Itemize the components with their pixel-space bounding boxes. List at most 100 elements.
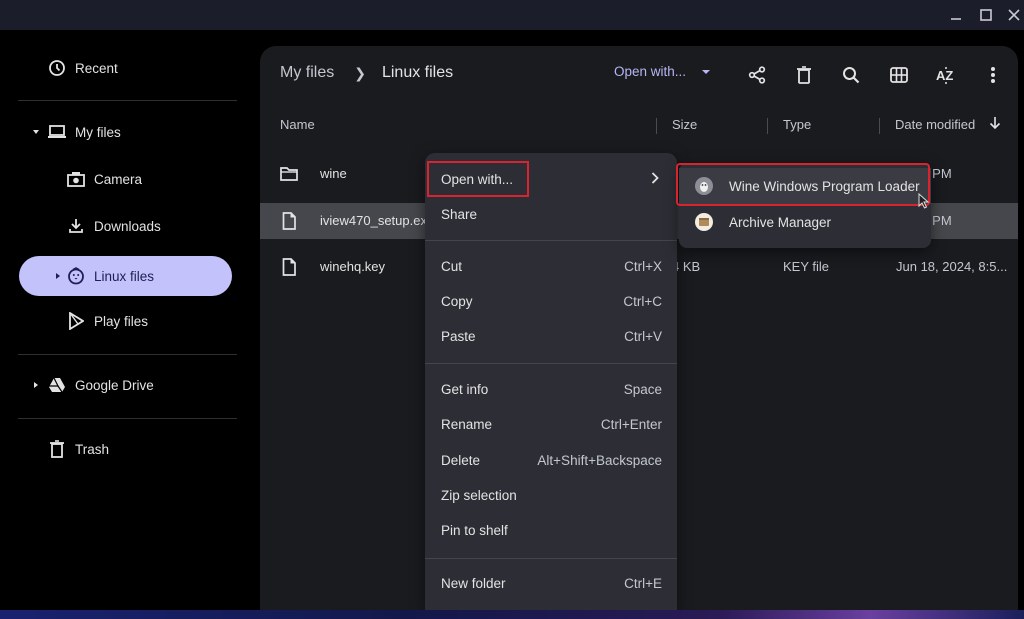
sort-az-icon: AZ	[936, 67, 953, 84]
minimize-icon	[951, 18, 961, 20]
menu-item-shortcut: Space	[623, 381, 662, 397]
expand-right-icon[interactable]	[31, 380, 41, 390]
menu-item-delete[interactable]: Delete Alt+Shift+Backspace	[425, 443, 677, 477]
delete-icon	[797, 66, 811, 84]
google-drive-icon	[47, 375, 67, 395]
chevron-right-icon	[651, 171, 659, 187]
sidebar-item-trash[interactable]: Trash	[19, 429, 232, 469]
close-button[interactable]	[1004, 5, 1024, 25]
menu-item-share[interactable]: Share	[425, 197, 677, 231]
expand-down-icon[interactable]	[31, 127, 41, 137]
maximize-icon	[980, 9, 992, 21]
menu-item-shortcut: Ctrl+Enter	[600, 416, 662, 432]
menu-item-pin-to-shelf[interactable]: Pin to shelf	[425, 513, 677, 547]
menu-item-label: Cut	[441, 258, 463, 274]
menu-divider	[425, 240, 677, 241]
menu-item-label: Open with...	[441, 171, 514, 187]
column-divider[interactable]	[767, 118, 768, 134]
submenu-item-wine[interactable]: Wine Windows Program Loader	[679, 168, 931, 204]
caret-down-icon	[702, 69, 711, 74]
sidebar-divider	[18, 418, 237, 419]
search-icon	[843, 67, 860, 84]
sidebar-item-my-files[interactable]: My files	[19, 112, 232, 152]
file-date: Jun 18, 2024, 8:5...	[896, 259, 1008, 274]
breadcrumb: My files ❯ Linux files	[280, 64, 453, 82]
search-button[interactable]	[839, 63, 863, 87]
menu-item-label: Get info	[441, 381, 489, 397]
minimize-button[interactable]	[946, 5, 966, 25]
penguin-icon	[66, 266, 86, 286]
wine-app-icon	[695, 177, 713, 195]
menu-item-shortcut: Ctrl+C	[623, 293, 662, 309]
share-icon	[748, 66, 766, 84]
chevron-right-icon: ❯	[354, 64, 366, 81]
file-type: KEY file	[783, 259, 830, 274]
menu-item-rename[interactable]: Rename Ctrl+Enter	[425, 407, 677, 441]
sidebar-item-label: My files	[75, 124, 121, 140]
file-name: winehq.key	[320, 259, 386, 274]
menu-item-label: Share	[441, 206, 478, 222]
camera-icon	[66, 169, 86, 189]
sidebar-item-downloads[interactable]: Downloads	[19, 206, 232, 246]
clock-icon	[47, 58, 67, 78]
menu-item-paste[interactable]: Paste Ctrl+V	[425, 319, 677, 353]
sidebar-item-label: Recent	[75, 60, 118, 76]
menu-item-zip-selection[interactable]: Zip selection	[425, 478, 677, 512]
breadcrumb-linux-files[interactable]: Linux files	[382, 64, 453, 82]
sidebar-item-play-files[interactable]: Play files	[19, 301, 232, 341]
play-store-icon	[66, 311, 86, 331]
archive-manager-icon	[695, 213, 713, 231]
submenu-item-label: Archive Manager	[729, 214, 832, 230]
mouse-cursor-icon	[918, 193, 930, 209]
menu-item-label: New folder	[441, 575, 506, 591]
share-button[interactable]	[745, 63, 769, 87]
file-name: wine	[320, 166, 347, 181]
grid-view-button[interactable]	[887, 63, 911, 87]
open-with-dropdown[interactable]: Open with...	[614, 64, 711, 79]
open-with-label: Open with...	[614, 64, 687, 79]
open-with-submenu: Wine Windows Program Loader Archive Mana…	[679, 163, 931, 248]
menu-item-label: Copy	[441, 293, 473, 309]
menu-divider	[425, 558, 677, 559]
sidebar-item-label: Trash	[75, 441, 110, 457]
column-divider[interactable]	[656, 118, 657, 134]
column-header-size[interactable]: Size	[672, 117, 697, 132]
laptop-icon	[47, 122, 67, 142]
menu-item-shortcut: Ctrl+X	[624, 258, 662, 274]
expand-right-icon[interactable]	[53, 271, 63, 281]
menu-item-copy[interactable]: Copy Ctrl+C	[425, 284, 677, 318]
column-header-name[interactable]: Name	[280, 117, 315, 132]
sidebar-item-linux-files[interactable]: Linux files	[19, 256, 232, 296]
submenu-item-archive-manager[interactable]: Archive Manager	[679, 204, 931, 240]
sidebar-item-label: Linux files	[94, 268, 155, 284]
menu-item-shortcut: Ctrl+E	[624, 575, 662, 591]
sidebar: Recent My files Camera Downloads Linux f…	[0, 30, 258, 610]
column-divider[interactable]	[879, 118, 880, 134]
maximize-button[interactable]	[976, 5, 996, 25]
column-header-type[interactable]: Type	[783, 117, 811, 132]
menu-item-cut[interactable]: Cut Ctrl+X	[425, 249, 677, 283]
menu-item-label: Delete	[441, 452, 481, 468]
column-header-date-modified[interactable]: Date modified	[895, 117, 975, 132]
menu-item-label: Rename	[441, 416, 493, 432]
menu-item-new-folder[interactable]: New folder Ctrl+E	[425, 566, 677, 600]
delete-button[interactable]	[792, 63, 816, 87]
sidebar-item-google-drive[interactable]: Google Drive	[19, 365, 232, 405]
breadcrumb-my-files[interactable]: My files	[280, 64, 334, 82]
title-bar	[0, 0, 1024, 30]
close-icon	[1008, 9, 1020, 21]
file-icon	[280, 212, 298, 230]
sidebar-item-label: Google Drive	[75, 377, 154, 393]
menu-item-open-with[interactable]: Open with...	[425, 162, 677, 196]
sidebar-item-recent[interactable]: Recent	[19, 48, 232, 88]
folder-icon	[280, 165, 298, 183]
menu-item-label: Pin to shelf	[441, 522, 508, 538]
shelf	[0, 610, 1024, 619]
more-options-button[interactable]	[981, 63, 1005, 87]
sort-button[interactable]: AZ	[934, 63, 958, 87]
menu-item-get-info[interactable]: Get info Space	[425, 372, 677, 406]
sort-arrow-down-icon[interactable]	[989, 116, 1001, 133]
menu-item-shortcut: Alt+Shift+Backspace	[537, 452, 662, 468]
submenu-item-label: Wine Windows Program Loader	[729, 178, 920, 194]
sidebar-item-camera[interactable]: Camera	[19, 159, 232, 199]
